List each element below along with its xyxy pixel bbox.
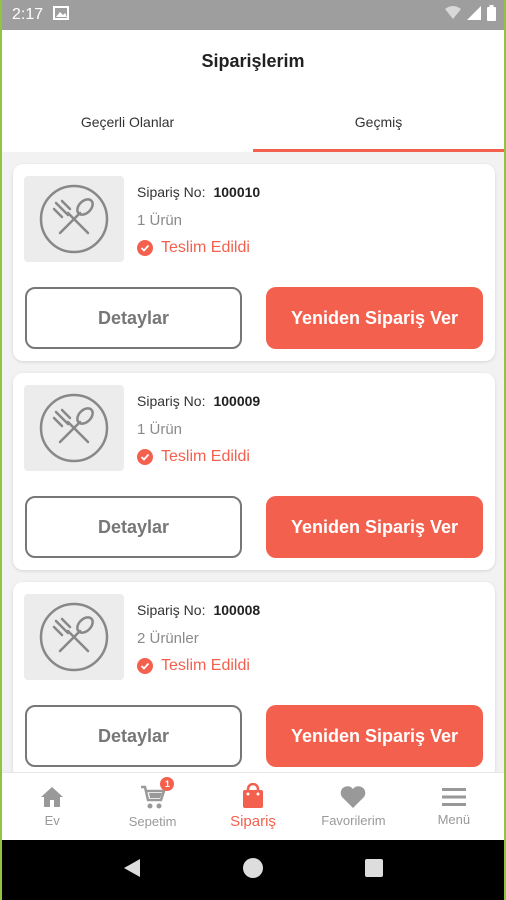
order-list[interactable]: Sipariş No: 100010 1 Ürün Teslim Edildi … — [2, 152, 504, 772]
menu-icon — [441, 788, 466, 806]
details-button[interactable]: Detaylar — [25, 496, 242, 558]
nav-favorites[interactable]: Favorilerim — [303, 773, 403, 840]
fork-spoon-icon — [39, 393, 109, 463]
wifi-icon — [445, 5, 461, 25]
status-bar: 2:17 — [2, 0, 504, 30]
nav-favorites-label: Favorilerim — [321, 813, 386, 828]
nav-home-label: Ev — [44, 813, 60, 828]
check-circle-icon — [137, 449, 153, 465]
cart-badge: 1 — [160, 777, 175, 791]
fork-spoon-icon — [39, 184, 109, 254]
order-number-label: Sipariş No: — [137, 602, 206, 618]
page-title: Siparişlerim — [201, 50, 305, 71]
order-number: 100008 — [213, 602, 261, 618]
item-count: 1 Ürün — [137, 421, 183, 438]
details-button[interactable]: Detaylar — [25, 287, 242, 349]
fork-spoon-icon — [39, 602, 109, 672]
tab-past-orders[interactable]: Geçmiş — [253, 92, 504, 152]
order-info: Sipariş No: 100010 1 Ürün Teslim Edildi — [137, 184, 260, 257]
nav-orders[interactable]: Sipariş — [203, 773, 303, 840]
reorder-button[interactable]: Yeniden Sipariş Ver — [266, 705, 483, 767]
order-image — [24, 385, 124, 471]
nav-home[interactable]: Ev — [2, 773, 102, 840]
battery-icon — [487, 4, 496, 26]
item-count: 1 Ürün — [137, 212, 183, 229]
nav-cart-label: Sepetim — [128, 814, 177, 829]
nav-menu-label: Menü — [437, 812, 471, 827]
order-number: 100009 — [213, 393, 261, 409]
heart-icon — [341, 786, 366, 808]
bag-icon — [243, 783, 264, 808]
order-status: Teslim Edildi — [137, 239, 260, 257]
recents-icon[interactable] — [364, 858, 384, 883]
bottom-navigation: Ev 1 Sepetim Sipariş Favorilerim Menü — [2, 772, 504, 840]
order-number-label: Sipariş No: — [137, 184, 206, 200]
order-status: Teslim Edildi — [137, 657, 260, 675]
order-number-label: Sipariş No: — [137, 393, 206, 409]
order-status-text: Teslim Edildi — [161, 448, 250, 465]
order-card: Sipariş No: 100008 2 Ürünler Teslim Edil… — [13, 582, 495, 772]
signal-icon — [467, 5, 481, 25]
home-circle-icon[interactable] — [242, 857, 264, 884]
nav-orders-label: Sipariş — [230, 813, 276, 830]
order-image — [24, 594, 124, 680]
reorder-button[interactable]: Yeniden Sipariş Ver — [266, 287, 483, 349]
item-count: 2 Ürünler — [137, 630, 199, 647]
order-image — [24, 176, 124, 262]
check-circle-icon — [137, 658, 153, 674]
order-status-text: Teslim Edildi — [161, 657, 250, 674]
app-frame: 2:17 Siparişlerim Geçerli Olanlar Geçmiş — [2, 0, 504, 900]
details-button[interactable]: Detaylar — [25, 705, 242, 767]
order-info: Sipariş No: 100008 2 Ürünler Teslim Edil… — [137, 602, 260, 675]
nav-cart[interactable]: 1 Sepetim — [102, 773, 202, 840]
reorder-button[interactable]: Yeniden Sipariş Ver — [266, 496, 483, 558]
order-status: Teslim Edildi — [137, 448, 260, 466]
tab-current-orders[interactable]: Geçerli Olanlar — [2, 92, 253, 152]
order-number: 100010 — [213, 184, 261, 200]
home-icon — [41, 787, 64, 807]
system-navigation-bar — [2, 840, 504, 900]
check-circle-icon — [137, 240, 153, 256]
back-icon[interactable] — [122, 857, 142, 884]
order-card: Sipariş No: 100009 1 Ürün Teslim Edildi … — [13, 373, 495, 570]
app-bar: Siparişlerim — [2, 30, 504, 92]
status-time: 2:17 — [12, 6, 44, 23]
gallery-notification-icon — [53, 5, 70, 25]
nav-menu[interactable]: Menü — [404, 773, 504, 840]
order-status-text: Teslim Edildi — [161, 239, 250, 256]
order-info: Sipariş No: 100009 1 Ürün Teslim Edildi — [137, 393, 260, 466]
order-card: Sipariş No: 100010 1 Ürün Teslim Edildi … — [13, 164, 495, 361]
order-tabs: Geçerli Olanlar Geçmiş — [2, 92, 504, 152]
